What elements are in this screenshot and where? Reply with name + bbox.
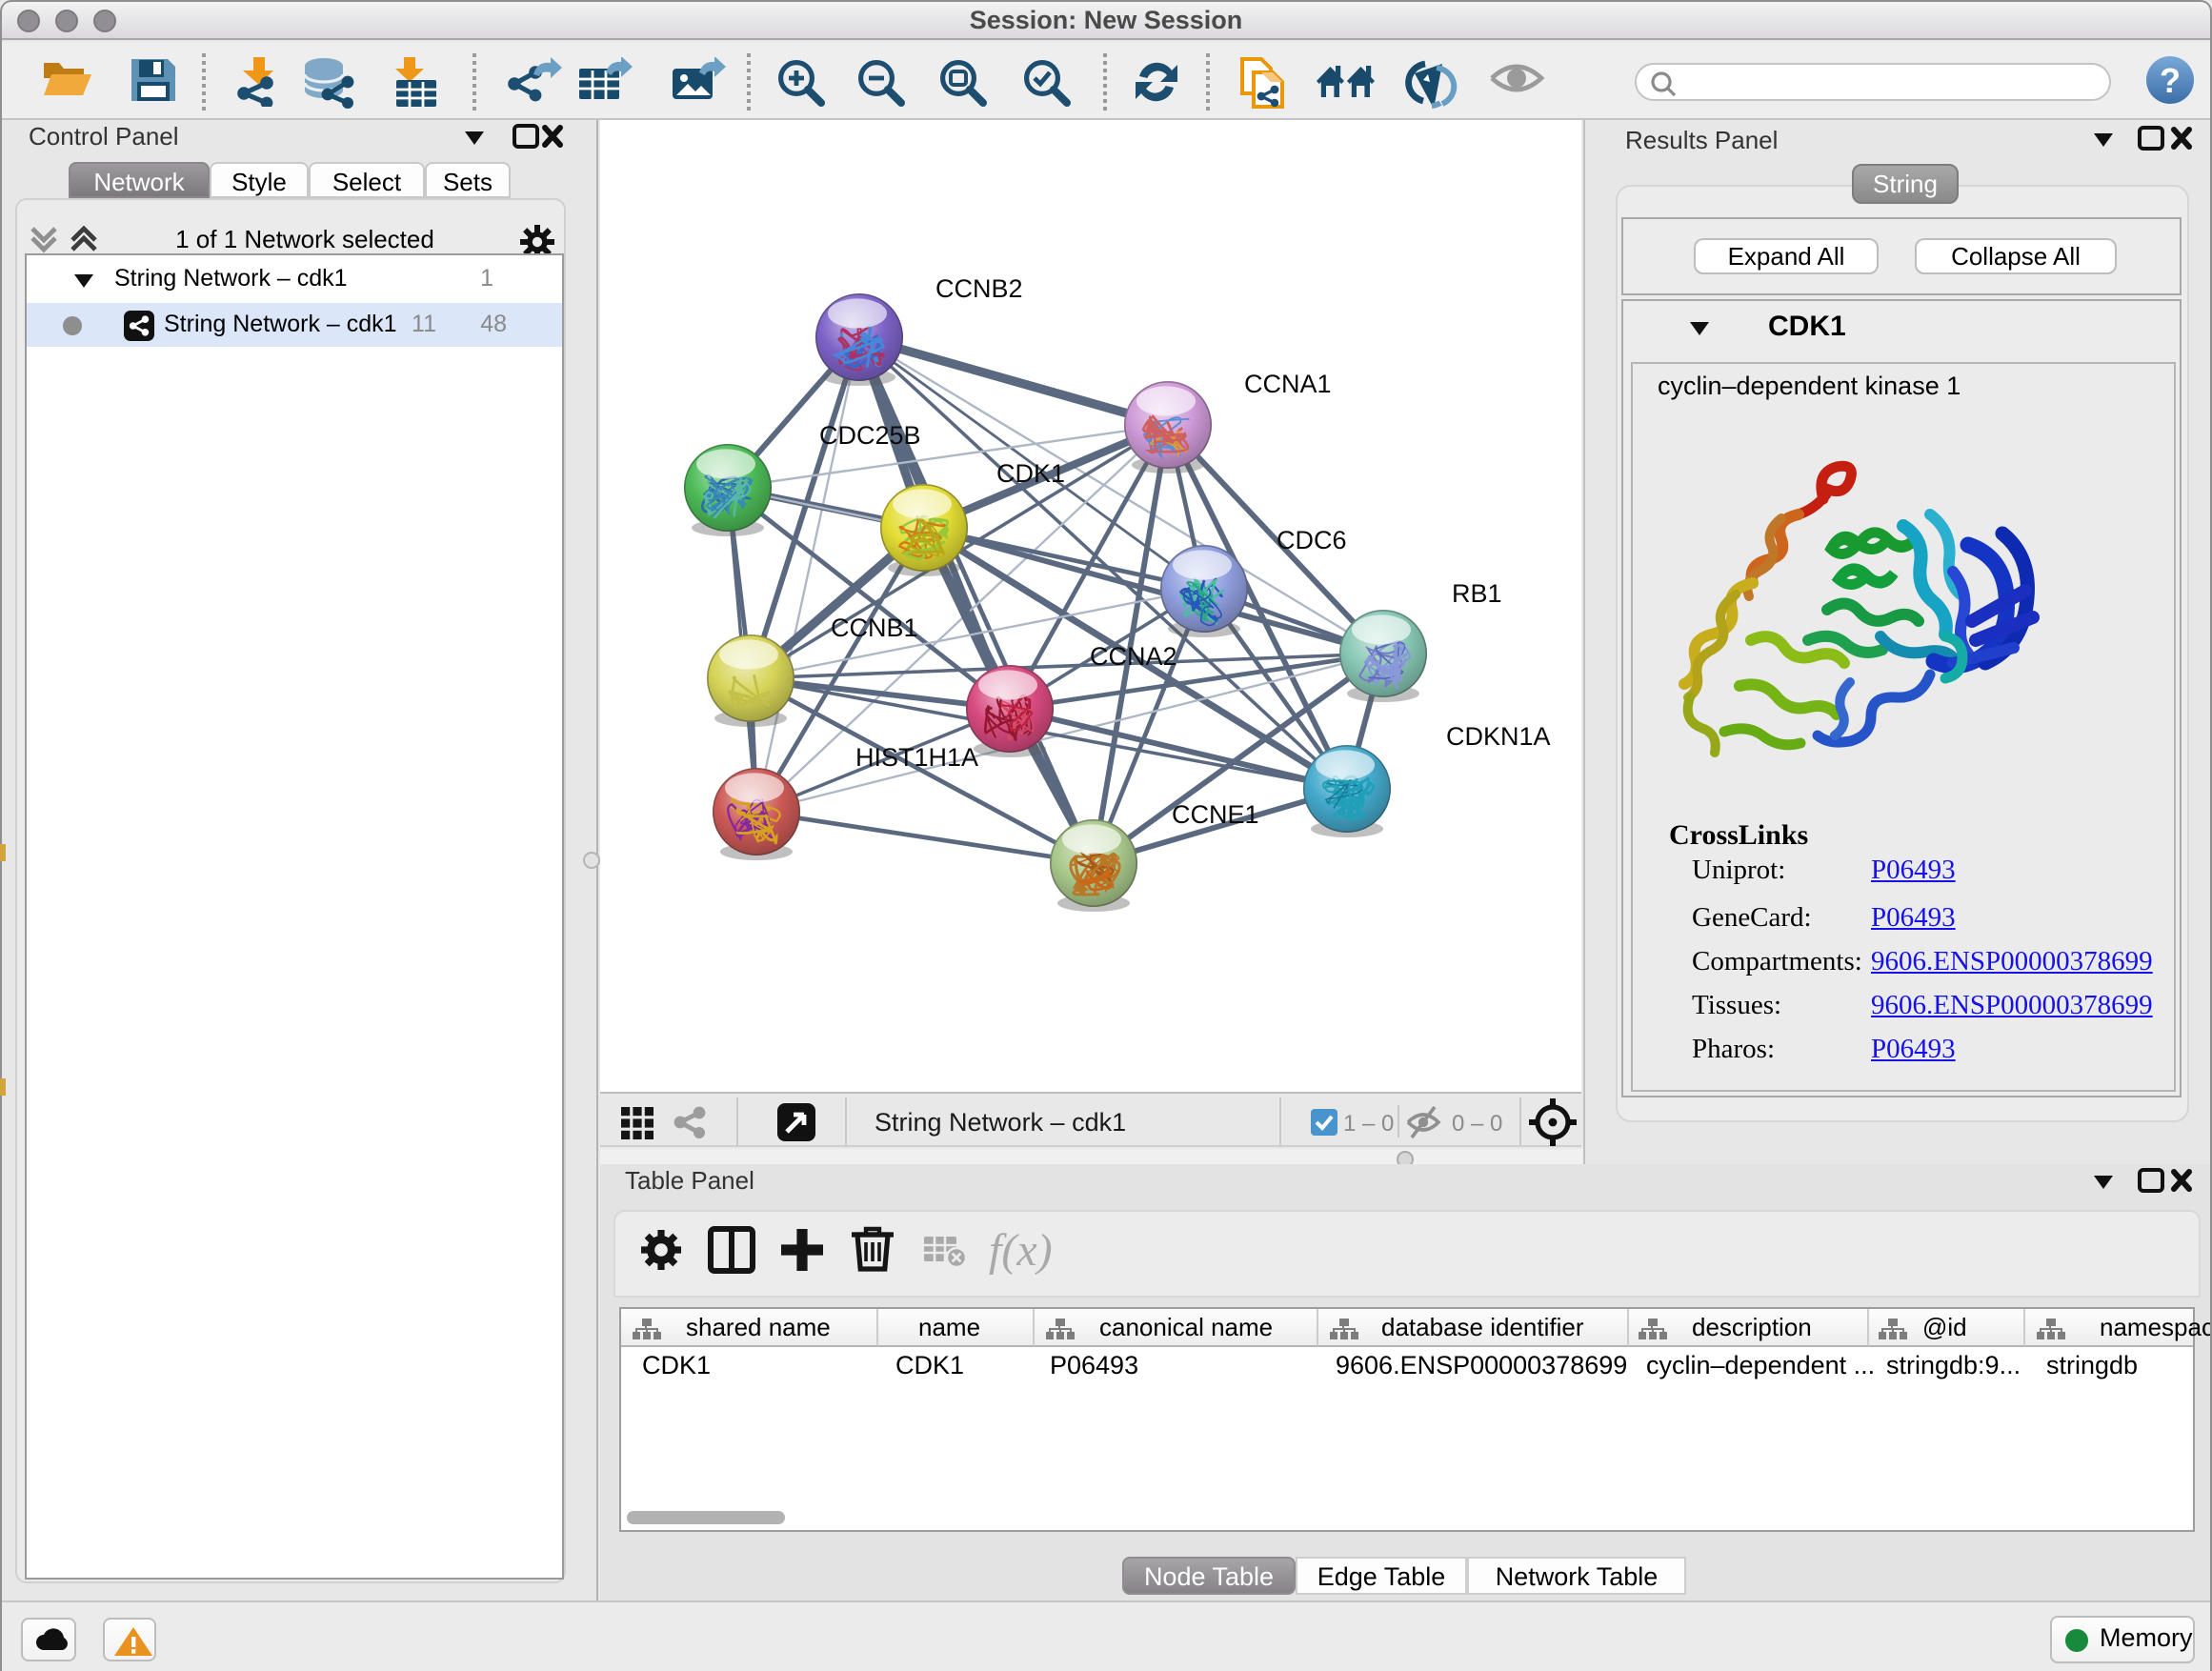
svg-text:CCNA2: CCNA2	[1090, 642, 1177, 671]
svg-text:?: ?	[2160, 61, 2181, 100]
svg-text:CCNE1: CCNE1	[1172, 800, 1259, 829]
svg-text:CCNB1: CCNB1	[831, 614, 918, 642]
svg-text:CDC25B: CDC25B	[819, 421, 921, 450]
svg-text:1 – 0: 1 – 0	[1343, 1111, 1394, 1137]
svg-text:String Network – cdk1: String Network – cdk1	[875, 1108, 1126, 1137]
svg-text:CDK1: CDK1	[996, 459, 1065, 488]
svg-text:CDKN1A: CDKN1A	[1446, 722, 1551, 751]
svg-text:CCNB2: CCNB2	[935, 274, 1023, 303]
svg-text:RB1: RB1	[1452, 579, 1502, 608]
svg-text:CCNA1: CCNA1	[1244, 370, 1332, 398]
svg-text:f(x): f(x)	[989, 1225, 1053, 1276]
svg-text:CDC6: CDC6	[1277, 526, 1347, 554]
svg-text:0 – 0: 0 – 0	[1452, 1111, 1502, 1137]
svg-text:HIST1H1A: HIST1H1A	[855, 743, 978, 772]
